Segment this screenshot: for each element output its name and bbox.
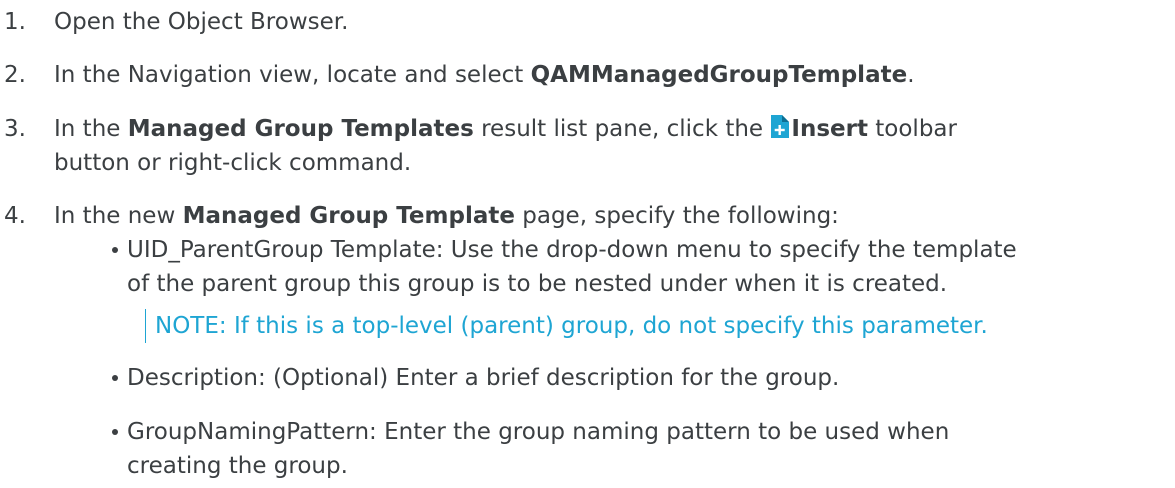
- bullet-description: Description: (Optional) Enter a brief de…: [127, 365, 840, 391]
- bullet-dot: [112, 247, 118, 253]
- step-2-number: 2.: [4, 62, 26, 88]
- step-3-text-b: result list pane, click the: [473, 116, 771, 142]
- step-3: 3. In the Managed Group Templates result …: [0, 112, 1170, 146]
- step-2: 2. In the Navigation view, locate and sel…: [0, 58, 1170, 92]
- step-3-pane-name: Managed Group Templates: [127, 116, 474, 142]
- bullet-dot: [112, 375, 118, 381]
- step-4-page-name: Managed Group Template: [182, 203, 515, 229]
- step-2-object-name: QAMManagedGroupTemplate: [530, 62, 908, 88]
- step-4-text-a: In the new: [54, 203, 183, 229]
- step-3-text-a: In the: [54, 116, 128, 142]
- step-3-insert-label: Insert: [791, 116, 868, 142]
- step-4-number: 4.: [4, 203, 26, 229]
- step-1: 1. Open the Object Browser.: [0, 5, 1170, 39]
- bullet-parent-group-line2: of the parent group this group is to be …: [127, 271, 948, 297]
- step-1-number: 1.: [4, 9, 26, 35]
- step-4: 4. In the new Managed Group Template page…: [0, 199, 1170, 233]
- step-4-text-b: page, specify the following:: [514, 203, 839, 229]
- note-text: If this is a top-level (parent) group, d…: [226, 313, 988, 339]
- bullet-parent-group-line1: UID_ParentGroup Template: Use the drop-d…: [127, 237, 1017, 263]
- note-callout: NOTE: If this is a top-level (parent) gr…: [145, 309, 988, 343]
- bullet-dot: [112, 429, 118, 435]
- note-label: NOTE:: [155, 313, 227, 339]
- step-3-text-c: toolbar: [867, 116, 957, 142]
- step-2-text: In the Navigation view, locate and selec…: [54, 62, 531, 88]
- bullet-naming-pattern-line1: GroupNamingPattern: Enter the group nami…: [127, 419, 950, 445]
- step-3-number: 3.: [4, 116, 26, 142]
- insert-icon: [771, 115, 790, 138]
- step-1-text: Open the Object Browser.: [54, 9, 349, 35]
- bullet-naming-pattern-line2: creating the group.: [127, 453, 348, 479]
- step-3-continuation: button or right-click command.: [54, 150, 412, 176]
- step-2-suffix: .: [907, 62, 915, 88]
